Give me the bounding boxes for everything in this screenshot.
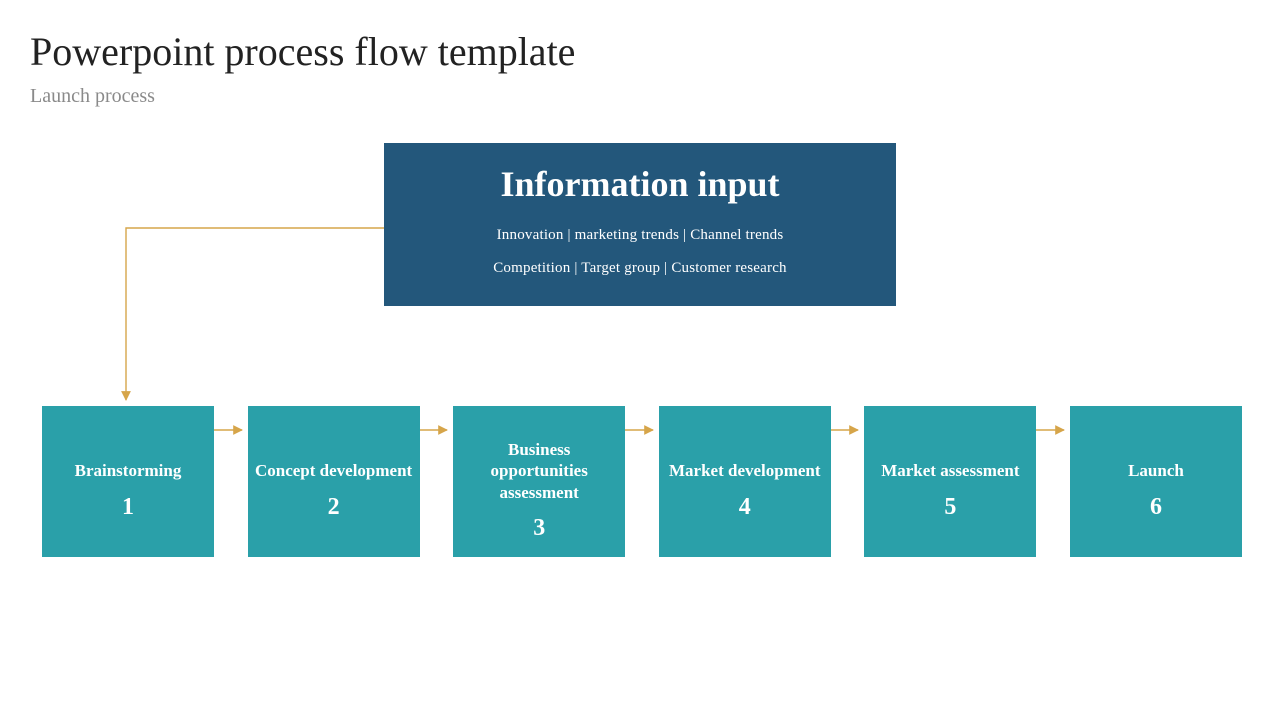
info-line-2: Competition | Target group | Customer re… — [384, 260, 896, 277]
step-6-launch: Launch 6 — [1070, 406, 1242, 557]
step-label: Market development — [669, 460, 821, 481]
process-steps-row: Brainstorming 1 Concept development 2 Bu… — [42, 406, 1242, 557]
step-3-business-opportunities: Business opportunities assessment 3 — [453, 406, 625, 557]
step-number: 4 — [739, 494, 751, 521]
step-label: Business opportunities assessment — [459, 439, 619, 503]
step-2-concept-development: Concept development 2 — [248, 406, 420, 557]
step-number: 3 — [533, 515, 545, 542]
step-number: 5 — [944, 494, 956, 521]
step-number: 1 — [122, 494, 134, 521]
info-line-1: Innovation | marketing trends | Channel … — [384, 227, 896, 244]
step-5-market-assessment: Market assessment 5 — [864, 406, 1036, 557]
step-label: Brainstorming — [75, 460, 182, 481]
step-4-market-development: Market development 4 — [659, 406, 831, 557]
info-heading: Information input — [384, 163, 896, 205]
step-label: Market assessment — [881, 460, 1019, 481]
step-number: 6 — [1150, 494, 1162, 521]
slide-subtitle: Launch process — [30, 85, 155, 108]
step-label: Launch — [1128, 460, 1184, 481]
step-number: 2 — [328, 494, 340, 521]
information-input-box: Information input Innovation | marketing… — [384, 143, 896, 306]
connector-lines — [0, 0, 1280, 720]
step-1-brainstorming: Brainstorming 1 — [42, 406, 214, 557]
slide-title: Powerpoint process flow template — [30, 28, 575, 75]
step-label: Concept development — [255, 460, 412, 481]
